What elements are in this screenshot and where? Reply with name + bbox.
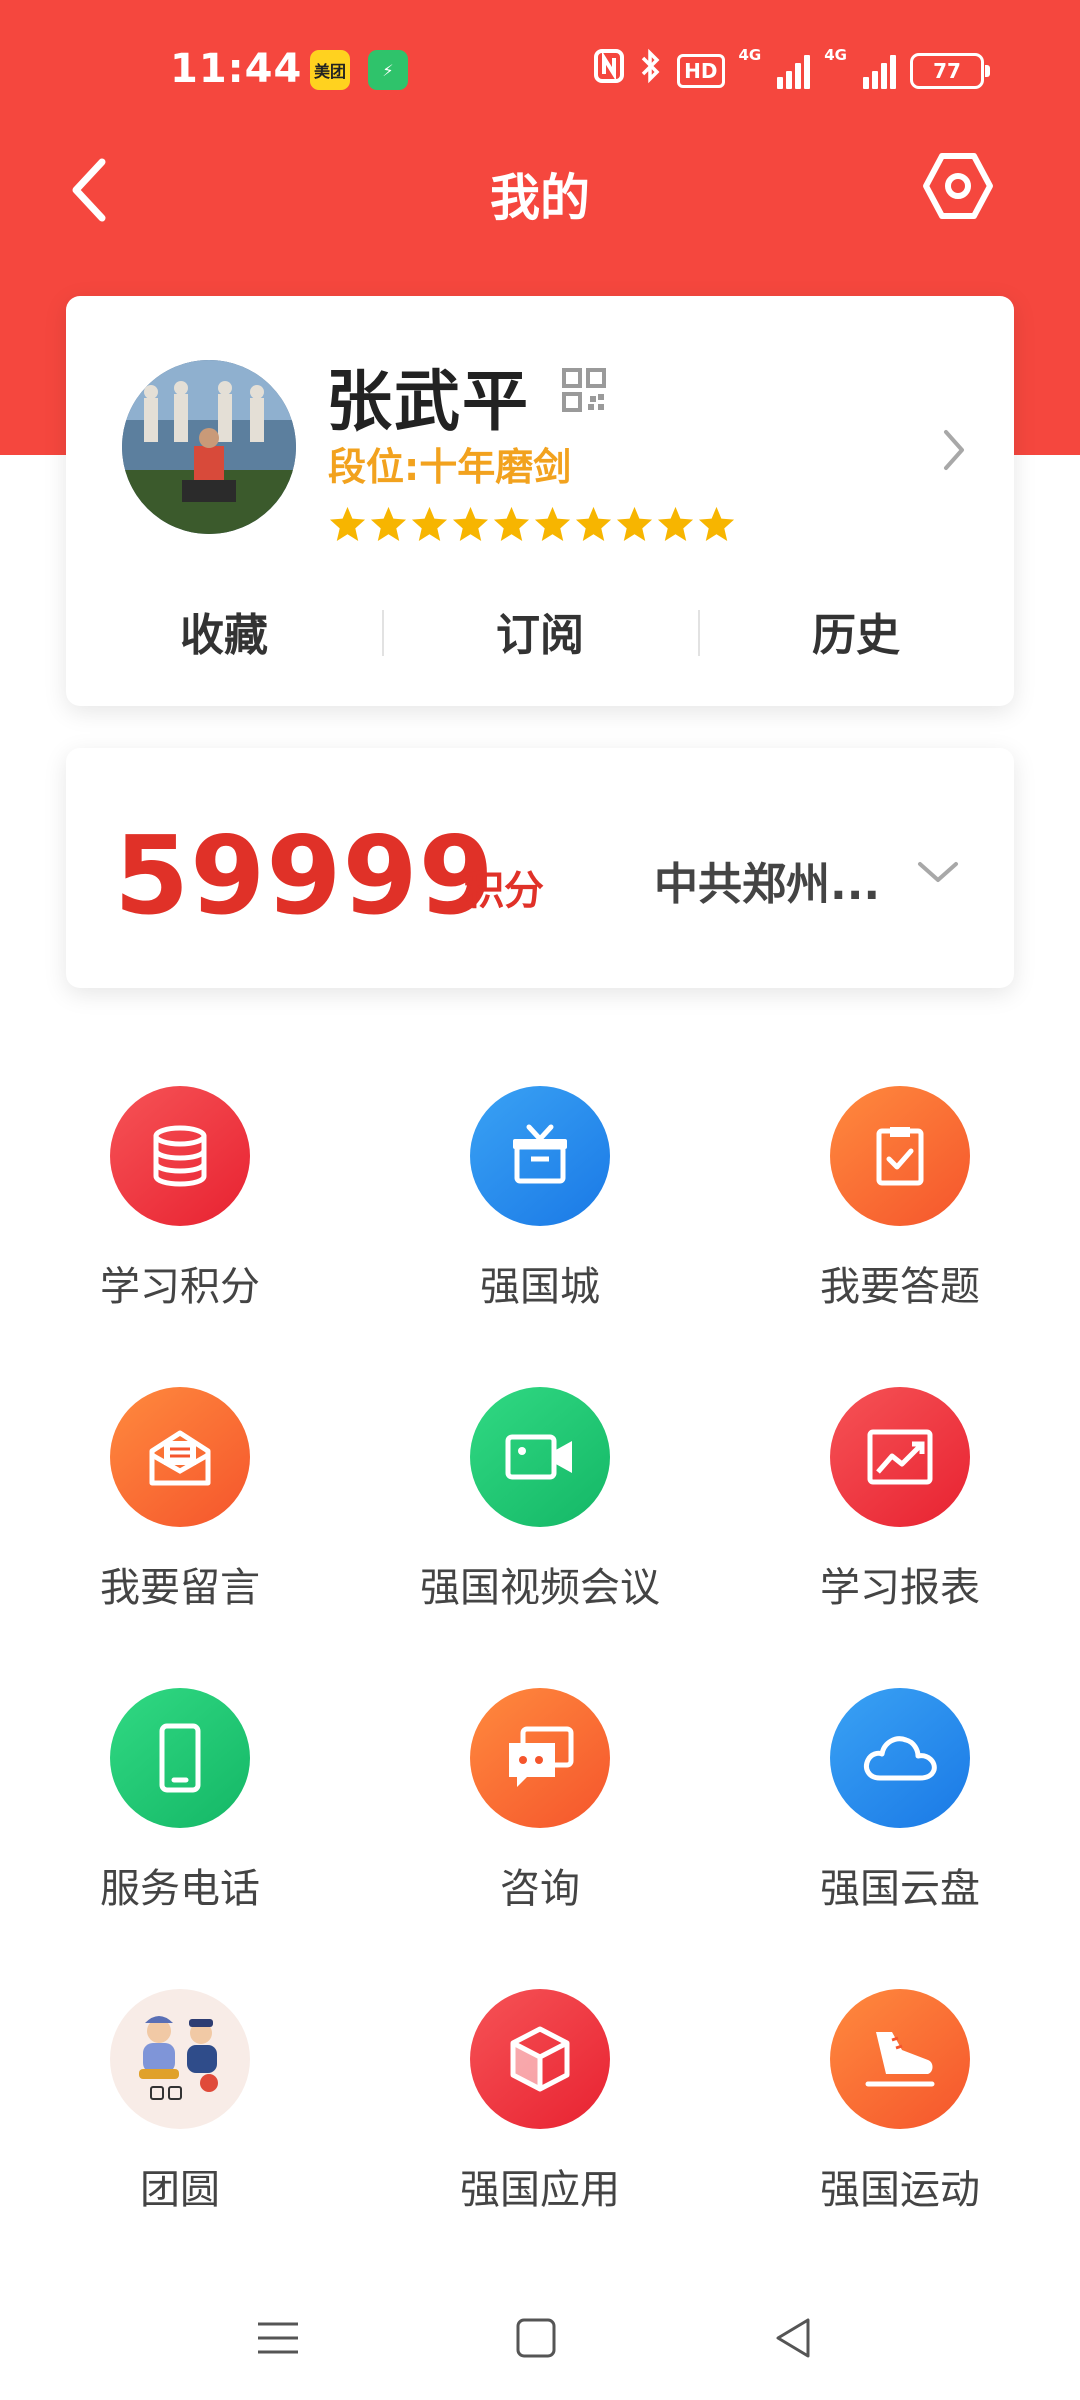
tab-favorites[interactable]: 收藏 — [66, 586, 382, 676]
grid-item-label: 学习积分 — [100, 1264, 260, 1310]
user-name: 张武平 — [326, 363, 530, 440]
profile-tabs: 收藏 订阅 历史 — [66, 586, 1014, 676]
grid-item-label: 我要留言 — [100, 1565, 260, 1611]
signal-bars-1-icon — [777, 53, 811, 89]
grid-item-reunion[interactable]: 团圆 — [0, 1989, 360, 2290]
status-bar: 11:44 美团 ⚡ HD 4G 4G 77 — [0, 0, 1080, 140]
sneaker-icon — [830, 1989, 970, 2129]
network-type-2: 4G — [824, 46, 847, 64]
grid-item-mall[interactable]: 强国城 — [360, 1086, 720, 1387]
star-icon — [616, 506, 653, 542]
grid-item-study-report[interactable]: 学习报表 — [720, 1387, 1080, 1688]
cube-icon — [470, 1989, 610, 2129]
grid-item-label: 团圆 — [140, 2167, 220, 2213]
organization-selector[interactable]: 中共郑州... — [654, 848, 880, 912]
rank-label: 段位:十年磨剑 — [328, 445, 572, 489]
star-icon — [698, 506, 735, 542]
star-icon — [370, 506, 407, 542]
grid-item-label: 我要答题 — [820, 1264, 980, 1310]
grid-item-leave-message[interactable]: 我要留言 — [0, 1387, 360, 1688]
grid-item-sports[interactable]: 强国运动 — [720, 1989, 1080, 2290]
settings-icon[interactable] — [920, 148, 996, 224]
grid-item-label: 学习报表 — [820, 1565, 980, 1611]
grid-item-label: 强国应用 — [460, 2167, 620, 2213]
star-icon — [452, 506, 489, 542]
database-icon — [110, 1086, 250, 1226]
star-icon — [534, 506, 571, 542]
grid-item-study-points[interactable]: 学习积分 — [0, 1086, 360, 1387]
grid-item-label: 强国运动 — [820, 2167, 980, 2213]
star-icon — [657, 506, 694, 542]
status-time: 11:44 — [170, 46, 303, 92]
hd-voice-icon: HD — [677, 53, 725, 88]
chevron-down-icon[interactable] — [914, 858, 962, 888]
menu-icon[interactable] — [256, 2316, 300, 2360]
grid-item-consult[interactable]: 咨询 — [360, 1688, 720, 1989]
chevron-right-icon[interactable] — [936, 424, 972, 476]
grid-item-cloud-disk[interactable]: 强国云盘 — [720, 1688, 1080, 1989]
star-icon — [329, 506, 366, 542]
home-square-icon[interactable] — [514, 2316, 558, 2360]
network-type-1: 4G — [738, 46, 762, 64]
grid-item-quiz[interactable]: 我要答题 — [720, 1086, 1080, 1387]
avatar[interactable] — [122, 360, 296, 534]
page-title: 我的 — [490, 169, 590, 227]
bluetooth-icon — [639, 48, 663, 93]
family-illustration-icon — [110, 1989, 250, 2129]
grid-item-label: 强国云盘 — [820, 1866, 980, 1912]
grid-item-label: 咨询 — [500, 1866, 580, 1912]
grid-item-service-phone[interactable]: 服务电话 — [0, 1688, 360, 1989]
status-icons: HD 4G 4G 77 — [593, 46, 990, 93]
back-triangle-icon[interactable] — [772, 2316, 816, 2360]
clipboard-check-icon — [830, 1086, 970, 1226]
chat-icon — [470, 1688, 610, 1828]
gift-icon — [470, 1086, 610, 1226]
meituan-notification-icon: 美团 — [310, 50, 350, 90]
star-icon — [411, 506, 448, 542]
grid-item-label: 强国城 — [480, 1264, 600, 1310]
video-camera-icon — [470, 1387, 610, 1527]
grid-item-video-meeting[interactable]: 强国视频会议 — [360, 1387, 720, 1688]
signal-bars-2-icon — [863, 53, 896, 89]
tab-subscriptions[interactable]: 订阅 — [382, 586, 698, 676]
cloud-icon — [830, 1688, 970, 1828]
grid-item-apps[interactable]: 强国应用 — [360, 1989, 720, 2290]
battery-indicator: 77 — [910, 52, 990, 89]
star-icon — [575, 506, 612, 542]
qr-code-icon[interactable] — [562, 368, 606, 412]
nfc-icon — [593, 48, 625, 93]
points-value: 59999 — [114, 814, 495, 939]
rating-stars — [328, 504, 736, 543]
phone-icon — [110, 1688, 250, 1828]
points-unit: 积分 — [464, 868, 544, 914]
profile-card[interactable]: 张武平 段位:十年磨剑 收藏 订阅 历史 — [66, 296, 1014, 706]
function-grid: 学习积分 强国城 我要答题 我要留言 强国视频会议 学习报表 服务电话 咨询 强… — [0, 1086, 1080, 2290]
points-card[interactable]: 59999 积分 中共郑州... — [66, 748, 1014, 988]
chart-trend-icon — [830, 1387, 970, 1527]
tab-history[interactable]: 历史 — [698, 586, 1014, 676]
grid-item-label: 强国视频会议 — [420, 1565, 660, 1611]
battery-saver-notification-icon: ⚡ — [368, 50, 408, 90]
grid-item-label: 服务电话 — [100, 1866, 260, 1912]
system-navigation-bar — [0, 2300, 1080, 2380]
mail-icon — [110, 1387, 250, 1527]
star-icon — [493, 506, 530, 542]
